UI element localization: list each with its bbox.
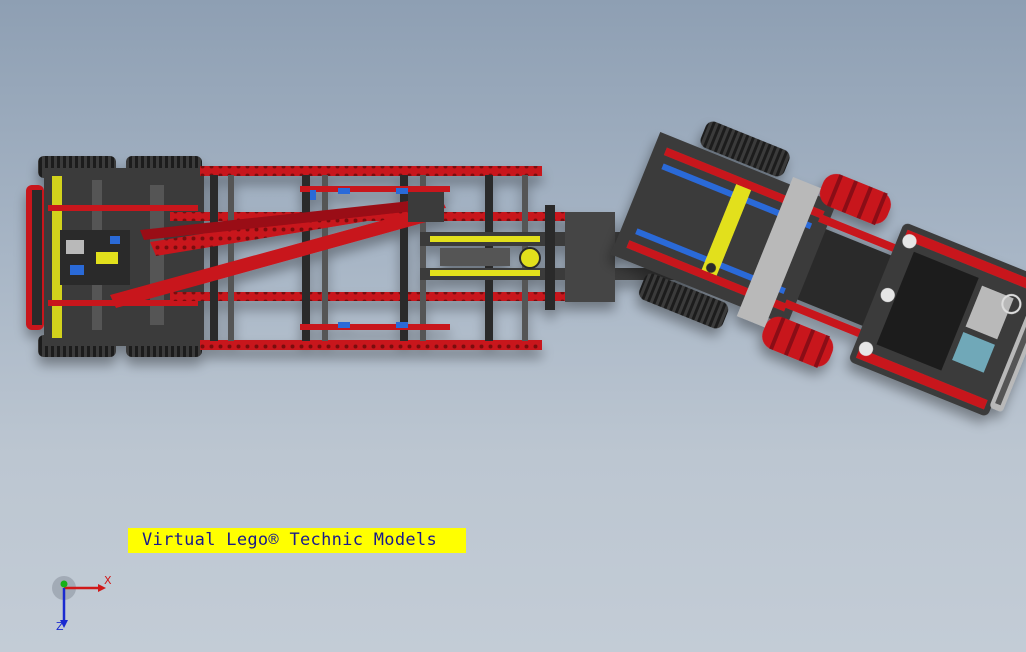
frame-rail-bottom xyxy=(200,340,542,350)
axis-triad: X Z xyxy=(50,574,120,636)
z-axis-label: Z xyxy=(56,620,64,633)
frame-rail-top xyxy=(200,166,542,176)
lego-truck-model[interactable] xyxy=(0,0,1026,652)
x-axis-label: X xyxy=(104,574,112,587)
rear-chassis xyxy=(26,156,720,357)
3d-model-viewport[interactable]: Virtual Lego® Technic Models X Z xyxy=(0,0,1026,652)
watermark-label: Virtual Lego® Technic Models xyxy=(128,528,466,553)
tractor-cab xyxy=(610,121,1026,416)
